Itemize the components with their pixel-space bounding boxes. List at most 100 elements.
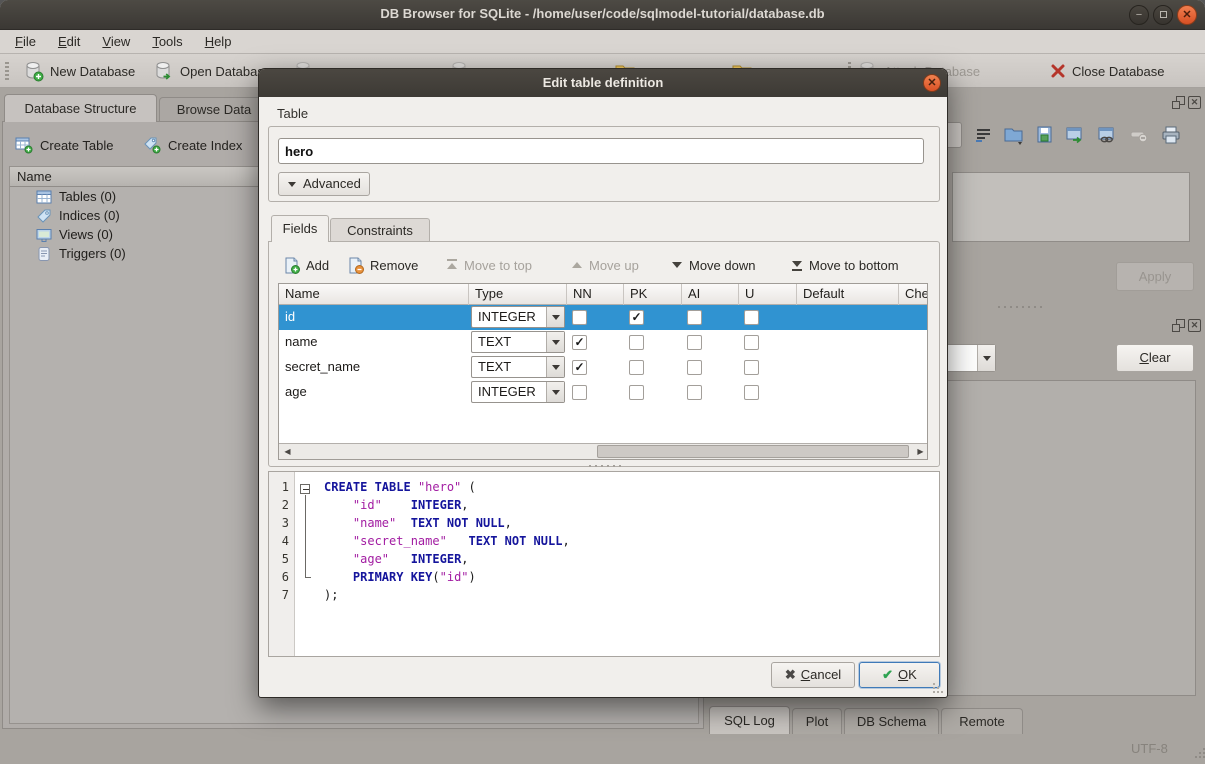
line-number: 5 xyxy=(282,550,289,568)
ai-checkbox-id[interactable] xyxy=(687,310,702,325)
type-select-id[interactable]: INTEGER xyxy=(471,306,565,328)
menu-tools[interactable]: Tools xyxy=(141,31,193,52)
nn-checkbox-age[interactable] xyxy=(572,385,587,400)
dialog-titlebar[interactable]: Edit table definition ✕ xyxy=(259,69,947,97)
menu-help[interactable]: Help xyxy=(194,31,243,52)
u-checkbox-secret_name[interactable] xyxy=(744,360,759,375)
pk-checkbox-secret_name[interactable] xyxy=(629,360,644,375)
table-name-input[interactable] xyxy=(278,138,924,164)
ai-checkbox-age[interactable] xyxy=(687,385,702,400)
nn-checkbox-secret_name[interactable]: ✓ xyxy=(572,360,587,375)
u-checkbox-id[interactable] xyxy=(744,310,759,325)
action-label: Move up xyxy=(589,258,639,273)
tab-browse-data[interactable]: Browse Data xyxy=(159,97,269,122)
close-button[interactable]: ✕ xyxy=(1177,5,1197,25)
u-checkbox-name[interactable] xyxy=(744,335,759,350)
type-select-secret_name[interactable]: TEXT xyxy=(471,356,565,378)
dock-splitter-handle[interactable] xyxy=(998,306,1042,308)
text-lines-icon[interactable] xyxy=(972,124,994,146)
col-header-name[interactable]: Name xyxy=(279,284,469,305)
col-header-ai[interactable]: AI xyxy=(682,284,739,305)
u-checkbox-age[interactable] xyxy=(744,385,759,400)
cell-editor-textarea[interactable] xyxy=(952,172,1190,242)
dock-float-button[interactable] xyxy=(1172,319,1185,332)
field-row-secret_name[interactable]: secret_nameTEXT✓ xyxy=(279,355,928,380)
maximize-button[interactable] xyxy=(1153,5,1173,25)
menu-file[interactable]: File xyxy=(4,31,47,52)
code-fold-icon[interactable] xyxy=(300,484,310,494)
export-window-icon[interactable] xyxy=(1064,124,1086,146)
apply-button[interactable]: Apply xyxy=(1116,262,1194,291)
sql-preview[interactable]: 1234567 CREATE TABLE "hero" ( "id" INTEG… xyxy=(268,471,940,657)
pk-checkbox-age[interactable] xyxy=(629,385,644,400)
remove-button[interactable]: Remove xyxy=(347,254,418,276)
move-to-bottom-button[interactable]: Move to bottom xyxy=(792,254,899,276)
cancel-button[interactable]: ✖Cancel xyxy=(771,662,855,688)
close-database-button[interactable]: Close Database xyxy=(1050,59,1165,83)
menu-view[interactable]: View xyxy=(91,31,141,52)
type-select-age[interactable]: INTEGER xyxy=(471,381,565,403)
chevron-down-icon xyxy=(977,345,995,371)
create-table-button[interactable]: Create Table xyxy=(15,132,113,158)
create-index-button[interactable]: Create Index xyxy=(143,132,242,158)
print-icon[interactable] xyxy=(1160,124,1182,146)
ok-button[interactable]: ✔OK xyxy=(859,662,940,688)
sql-text xyxy=(411,480,418,494)
scroll-left-icon[interactable]: ◀ xyxy=(279,444,296,459)
cancel-label: Cancel xyxy=(801,667,841,682)
tab-remote[interactable]: Remote xyxy=(941,708,1023,734)
horizontal-scrollbar[interactable]: ◀ ▶ xyxy=(279,443,928,459)
toolbar-handle[interactable] xyxy=(5,62,9,80)
ai-checkbox-secret_name[interactable] xyxy=(687,360,702,375)
open-database-button[interactable]: Open Database xyxy=(152,59,271,83)
nn-checkbox-name[interactable]: ✓ xyxy=(572,335,587,350)
menu-edit[interactable]: Edit xyxy=(47,31,91,52)
advanced-button[interactable]: Advanced xyxy=(278,172,370,196)
col-header-nn[interactable]: NN xyxy=(567,284,624,305)
col-header-check[interactable]: Check xyxy=(899,284,928,305)
tab-fields[interactable]: Fields xyxy=(271,215,329,242)
field-row-id[interactable]: idINTEGER✓ xyxy=(279,305,928,330)
sql-keyword: CREATE TABLE xyxy=(324,480,411,494)
sql-line-7: ); xyxy=(324,586,338,604)
type-select-name[interactable]: TEXT xyxy=(471,331,565,353)
field-row-age[interactable]: ageINTEGER xyxy=(279,380,928,405)
field-row-name[interactable]: nameTEXT✓ xyxy=(279,330,928,355)
minimize-button[interactable]: − xyxy=(1129,5,1149,25)
scrollbar-thumb[interactable] xyxy=(597,445,909,458)
col-header-type[interactable]: Type xyxy=(469,284,567,305)
tab-database-structure[interactable]: Database Structure xyxy=(4,94,157,122)
dock-close-button[interactable]: ✕ xyxy=(1188,319,1201,332)
set-null-icon[interactable] xyxy=(1128,124,1150,146)
dock-close-button[interactable]: ✕ xyxy=(1188,96,1201,109)
link-window-icon[interactable] xyxy=(1096,124,1118,146)
window-resize-grip[interactable] xyxy=(1195,756,1197,758)
move-to-top-button[interactable]: Move to top xyxy=(447,254,532,276)
dock-float-button[interactable] xyxy=(1172,96,1185,109)
save-file-icon[interactable] xyxy=(1034,124,1056,146)
dialog-splitter-handle[interactable] xyxy=(589,465,621,467)
ai-checkbox-name[interactable] xyxy=(687,335,702,350)
col-header-u[interactable]: U xyxy=(739,284,797,305)
sql-line-4: "secret_name" TEXT NOT NULL, xyxy=(324,532,570,550)
nn-checkbox-id[interactable] xyxy=(572,310,587,325)
dialog-close-button[interactable]: ✕ xyxy=(923,74,941,92)
sql-keyword: PRIMARY KEY xyxy=(353,570,432,584)
pk-checkbox-name[interactable] xyxy=(629,335,644,350)
tab-sql-log[interactable]: SQL Log xyxy=(709,706,790,734)
pk-checkbox-id[interactable]: ✓ xyxy=(629,310,644,325)
col-header-default[interactable]: Default xyxy=(797,284,899,305)
dialog-resize-grip[interactable] xyxy=(941,691,943,693)
new-database-button[interactable]: New Database xyxy=(22,59,135,83)
move-up-button[interactable]: Move up xyxy=(572,254,639,276)
tab-constraints[interactable]: Constraints xyxy=(330,218,430,242)
trigger-icon xyxy=(36,246,52,262)
tab-db-schema[interactable]: DB Schema xyxy=(844,708,939,734)
open-file-icon[interactable] xyxy=(1002,124,1024,146)
col-header-pk[interactable]: PK xyxy=(624,284,682,305)
move-down-button[interactable]: Move down xyxy=(672,254,755,276)
clear-button[interactable]: Clear xyxy=(1116,344,1194,372)
tab-plot[interactable]: Plot xyxy=(792,708,842,734)
add-button[interactable]: Add xyxy=(283,254,329,276)
scroll-right-icon[interactable]: ▶ xyxy=(912,444,928,459)
